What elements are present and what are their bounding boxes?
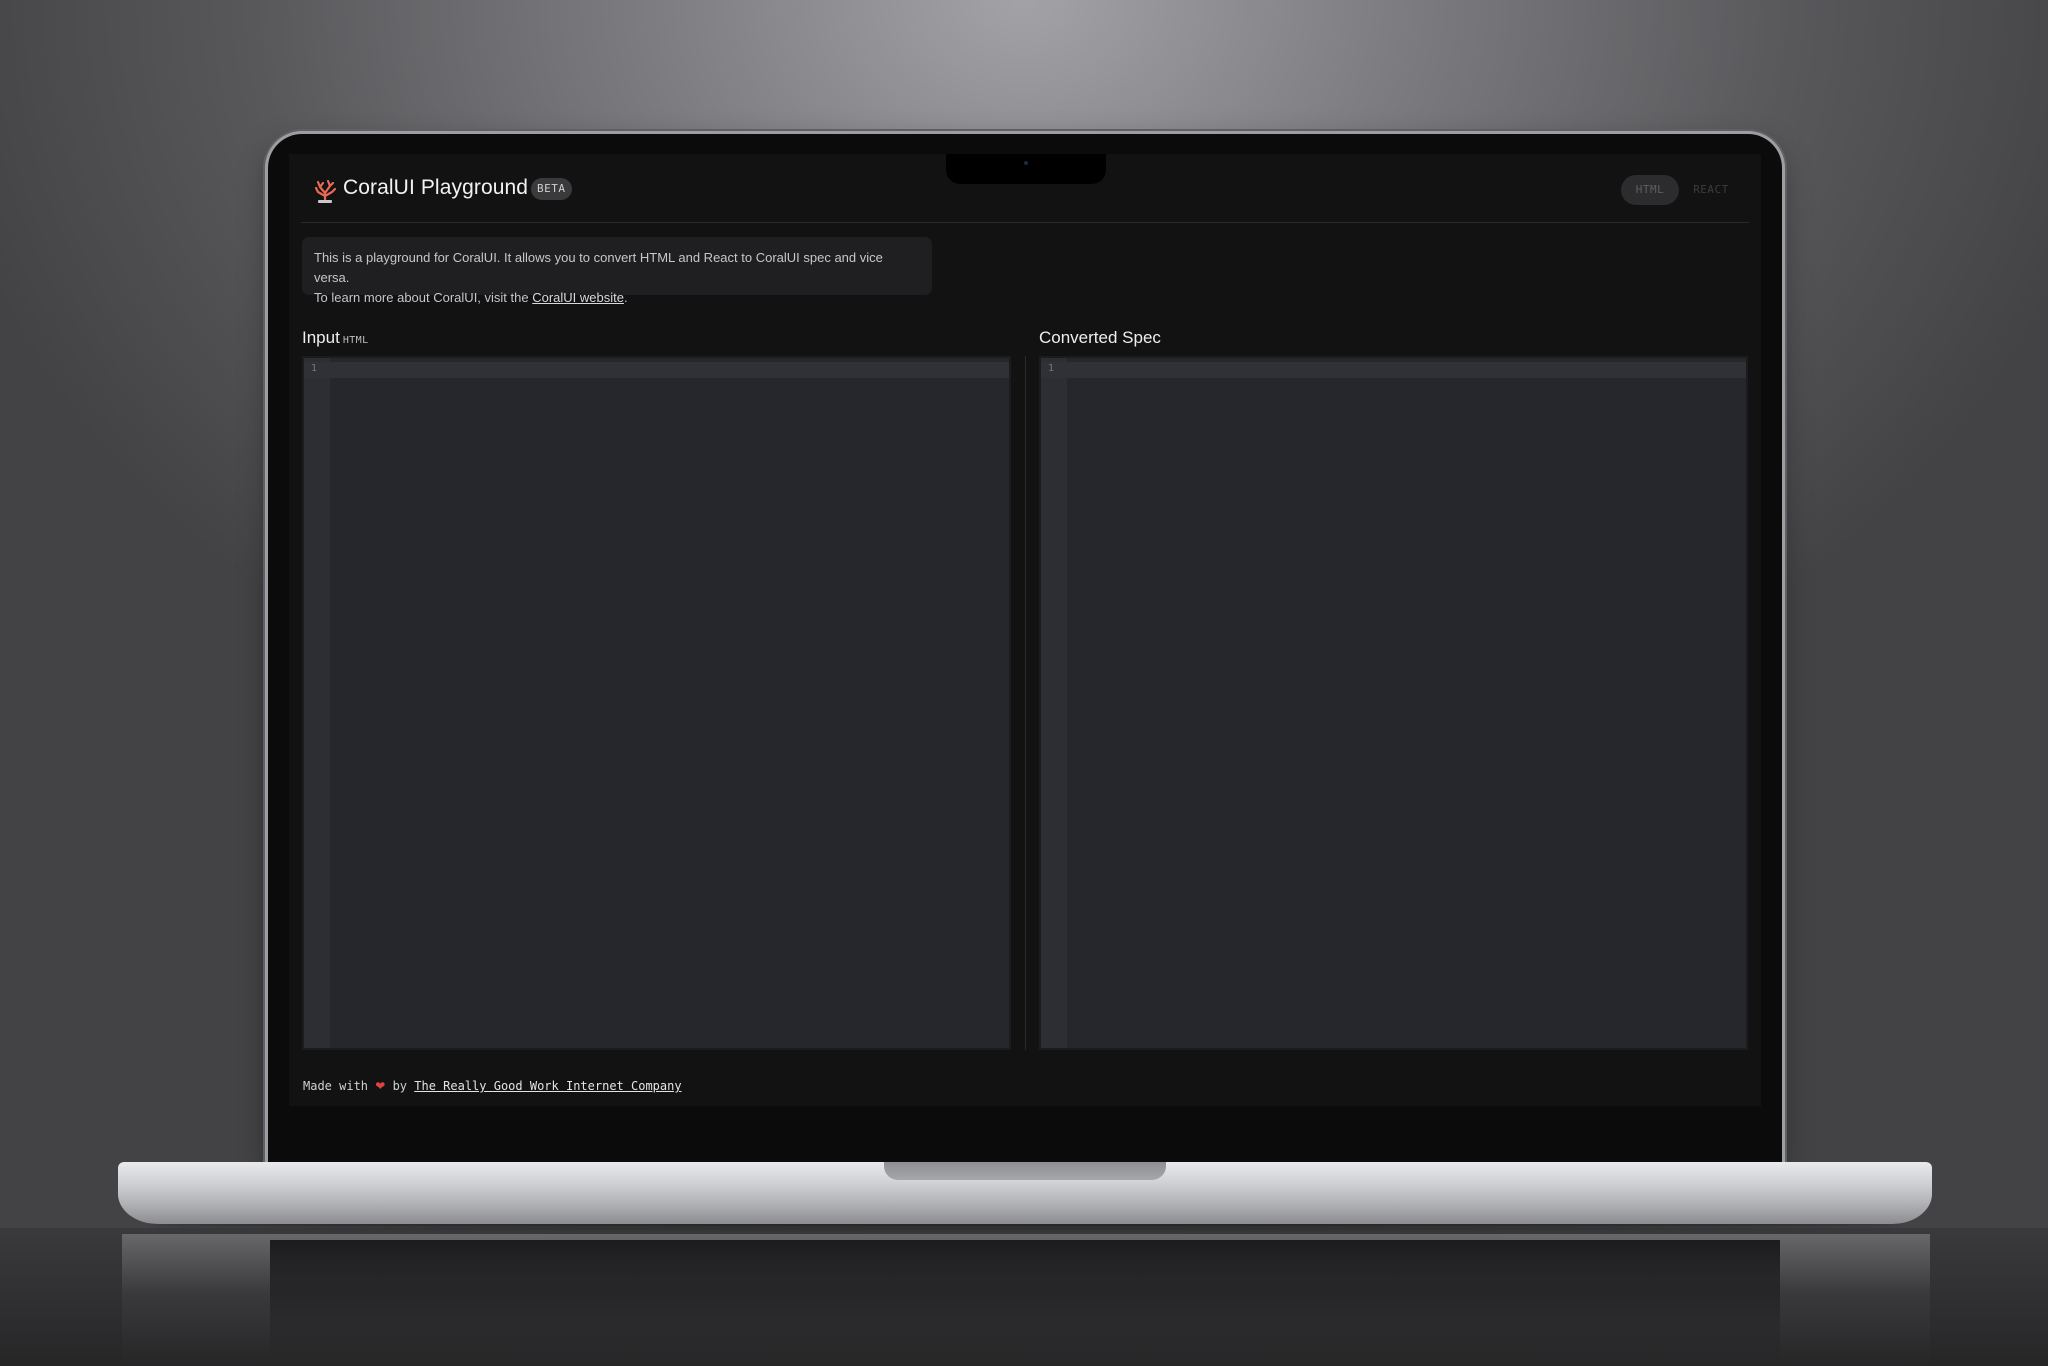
mode-toggle: HTML REACT — [1621, 175, 1749, 205]
input-label-text: Input — [302, 328, 340, 347]
input-type-tag: HTML — [342, 335, 369, 346]
react-mode-button[interactable]: REACT — [1683, 175, 1739, 205]
app-title: CoralUI Playground — [343, 176, 529, 199]
output-editor[interactable]: 1 — [1039, 356, 1748, 1050]
input-panel-label: Input HTML — [302, 328, 369, 348]
desk-reflection-screen — [270, 1240, 1780, 1366]
info-text-suffix: . — [623, 290, 628, 305]
output-editor-active-line — [1041, 362, 1746, 378]
footer: Made with ❤ by The Really Good Work Inte… — [303, 1079, 682, 1093]
heart-icon: ❤ — [375, 1079, 386, 1093]
output-panel-label: Converted Spec — [1039, 328, 1161, 347]
coral-logo-icon — [314, 179, 336, 203]
coralui-website-link[interactable]: CoralUI website — [532, 290, 624, 305]
input-line-number: 1 — [311, 363, 318, 374]
camera-notch — [946, 154, 1106, 184]
input-editor-active-line — [304, 362, 1009, 378]
input-editor[interactable]: 1 — [302, 356, 1011, 1050]
laptop-opening-groove — [884, 1162, 1166, 1180]
info-box: This is a playground for CoralUI. It all… — [302, 237, 932, 305]
camera-icon — [1024, 161, 1028, 165]
laptop-screen: CoralUI Playground BETA HTML REACT This … — [289, 154, 1761, 1106]
company-link[interactable]: The Really Good Work Internet Company — [414, 1079, 681, 1093]
beta-badge: BETA — [531, 178, 572, 200]
output-editor-gutter — [1041, 358, 1067, 1048]
output-line-number: 1 — [1048, 363, 1055, 374]
html-mode-button[interactable]: HTML — [1621, 175, 1679, 205]
input-editor-gutter — [304, 358, 330, 1048]
footer-prefix: Made with — [303, 1079, 369, 1093]
info-text-prefix: To learn more about CoralUI, visit the — [314, 290, 533, 305]
info-text-line2: To learn more about CoralUI, visit the C… — [314, 288, 920, 308]
panel-divider[interactable] — [1025, 356, 1026, 1050]
footer-by: by — [392, 1079, 408, 1093]
info-text-line1: This is a playground for CoralUI. It all… — [314, 250, 883, 285]
